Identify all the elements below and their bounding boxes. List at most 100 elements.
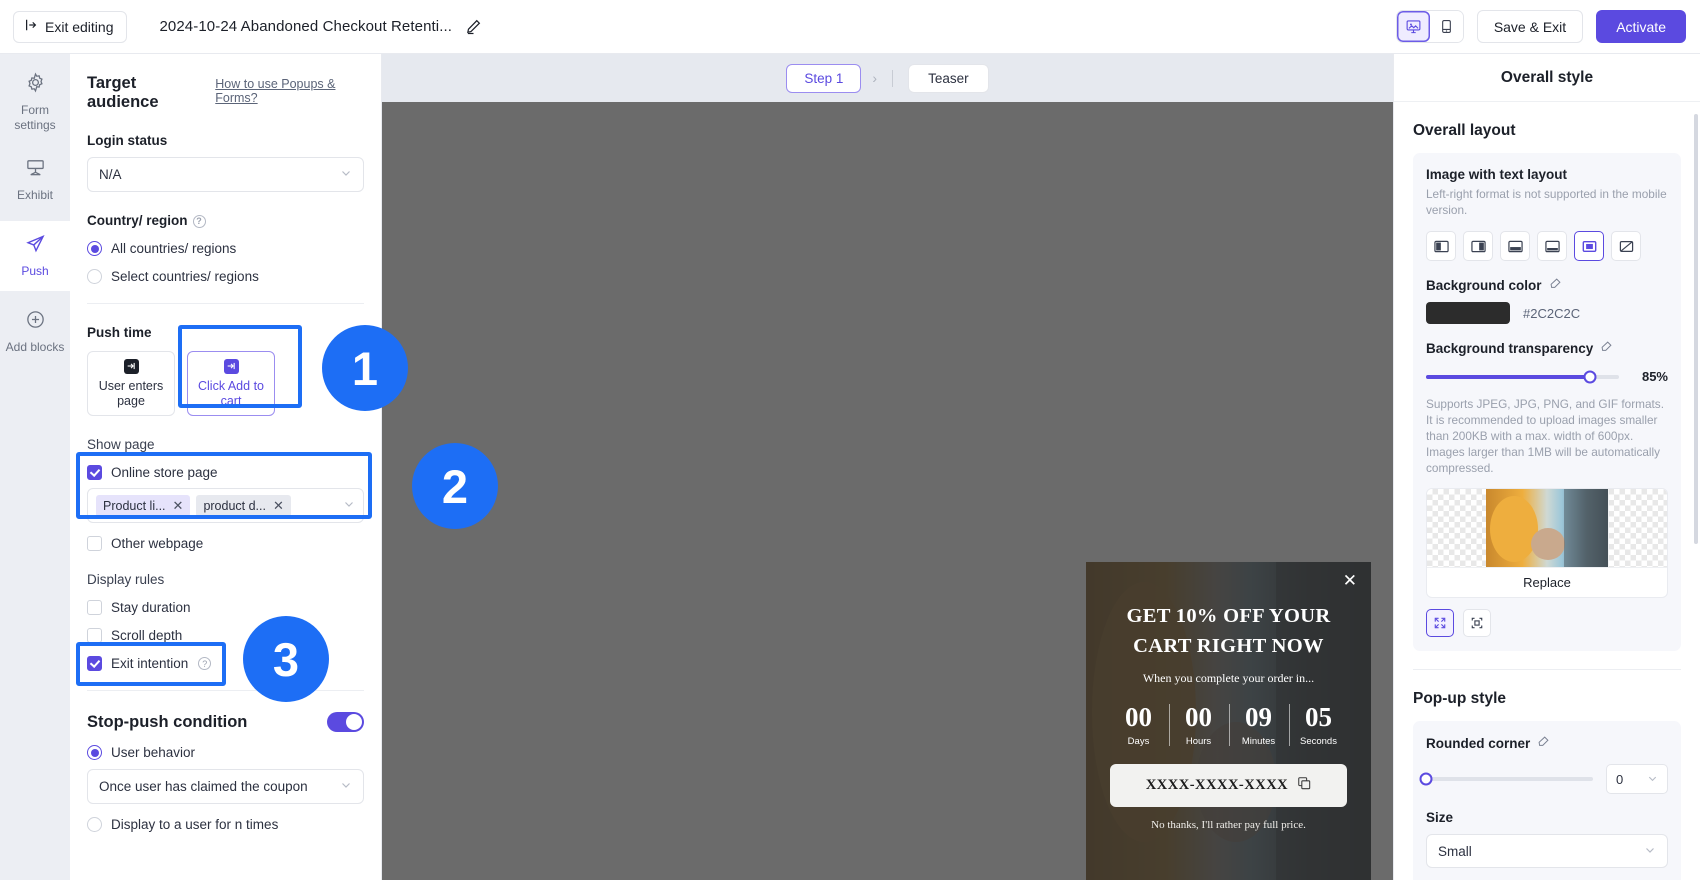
checkbox-icon-unchecked	[87, 600, 102, 615]
fit-expand-icon[interactable]	[1426, 609, 1454, 637]
save-exit-button[interactable]: Save & Exit	[1476, 10, 1584, 43]
radio-select-countries[interactable]: Select countries/ regions	[87, 269, 364, 284]
stop-push-label: Stop-push condition	[87, 712, 248, 731]
popup-content: ✕ GET 10% OFF YOUR CART RIGHT NOW When y…	[1086, 562, 1371, 880]
background-color-label: Background color	[1426, 277, 1668, 293]
rounded-corner-slider[interactable]	[1419, 772, 1593, 786]
rail-label-exhibit: Exhibit	[16, 188, 54, 202]
decline-link[interactable]: No thanks, I'll rather pay full price.	[1100, 819, 1357, 831]
popup-preview[interactable]: ✕ GET 10% OFF YOUR CART RIGHT NOW When y…	[1086, 562, 1371, 880]
push-time-label: Push time	[87, 325, 152, 340]
enter-page-icon	[123, 358, 139, 374]
user-behavior-select[interactable]: Once user has claimed the coupon	[87, 769, 364, 804]
replace-image-button[interactable]: Replace	[1427, 567, 1667, 597]
exit-editing-button[interactable]: Exit editing	[13, 10, 128, 43]
timer-label-days: Days	[1127, 736, 1150, 747]
image-top-layout-icon[interactable]	[1500, 231, 1530, 261]
image-preview[interactable]	[1427, 489, 1667, 567]
gear-icon	[25, 72, 46, 97]
image-background-layout-icon[interactable]	[1574, 231, 1604, 261]
push-tile-click-add-to-cart[interactable]: Click Add to cart	[187, 351, 275, 416]
app-root: Exit editing 2024-10-24 Abandoned Checko…	[0, 0, 1700, 880]
chevron-down-icon[interactable]	[343, 497, 355, 515]
radio-display-n-times[interactable]: Display to a user for n times	[87, 817, 364, 832]
background-color-hex: #2C2C2C	[1523, 305, 1581, 321]
rounded-corner-slider-row: 0	[1419, 764, 1668, 794]
close-icon[interactable]: ✕	[1343, 571, 1357, 591]
image-bottom-layout-icon[interactable]	[1537, 231, 1567, 261]
display-rules-label: Display rules	[87, 572, 165, 587]
rail-item-exhibit[interactable]: Exhibit	[0, 145, 70, 215]
timer-cell-seconds: 05 Seconds	[1288, 702, 1349, 747]
copy-icon[interactable]	[1297, 776, 1311, 795]
teaser-chip[interactable]: Teaser	[908, 63, 989, 93]
slider-knob[interactable]	[1419, 772, 1433, 786]
rail-item-form-settings[interactable]: Form settings	[0, 60, 70, 145]
exit-editing-label: Exit editing	[45, 18, 114, 35]
overall-style-panel: Overall style Overall layout Image with …	[1393, 54, 1700, 880]
reset-icon[interactable]	[1549, 277, 1562, 293]
rounded-corner-value: 0	[1616, 771, 1624, 787]
radio-user-behavior[interactable]: User behavior	[87, 745, 364, 760]
timer-cell-hours: 00 Hours	[1168, 702, 1229, 747]
checkbox-icon-checked	[87, 656, 102, 671]
fit-contain-icon[interactable]	[1463, 609, 1491, 637]
radio-icon-on	[87, 745, 102, 760]
divider-2	[87, 690, 364, 691]
rounded-corner-label: Rounded corner	[1426, 735, 1668, 751]
help-icon[interactable]: ?	[192, 214, 206, 228]
close-icon[interactable]: ✕	[273, 499, 284, 512]
background-color-row: #2C2C2C	[1426, 302, 1668, 324]
login-status-select[interactable]: N/A	[87, 157, 364, 192]
popup-subheadline: When you complete your order in...	[1142, 671, 1315, 685]
checkbox-online-store-page[interactable]: Online store page	[87, 465, 364, 480]
reset-icon[interactable]	[1600, 340, 1613, 356]
stop-push-toggle[interactable]	[327, 712, 364, 732]
desktop-preview-button[interactable]	[1396, 11, 1430, 42]
rounded-corner-value-select[interactable]: 0	[1606, 764, 1668, 794]
user-behavior-value: Once user has claimed the coupon	[99, 779, 308, 794]
tag-product-detail[interactable]: product d... ✕	[196, 494, 291, 517]
add-to-cart-icon	[223, 358, 239, 374]
slider-knob[interactable]	[1583, 370, 1597, 383]
help-icon[interactable]: ?	[198, 657, 212, 670]
reset-icon[interactable]	[1537, 735, 1550, 751]
step-1-chip[interactable]: Step 1	[786, 63, 862, 93]
size-select[interactable]: Small	[1426, 834, 1668, 868]
how-to-use-link[interactable]: How to use Popups & Forms?	[215, 77, 364, 105]
checkbox-label-online-store-page: Online store page	[111, 465, 218, 480]
radio-all-countries[interactable]: All countries/ regions	[87, 241, 364, 256]
panel-title: Target audience	[87, 74, 159, 111]
background-transparency-slider[interactable]	[1426, 370, 1619, 383]
mobile-preview-button[interactable]	[1429, 11, 1463, 42]
push-tile-user-enters-page[interactable]: User enters page	[87, 351, 175, 416]
login-status-value: N/A	[99, 167, 122, 182]
checkbox-other-webpage[interactable]: Other webpage	[87, 536, 364, 551]
background-color-swatch[interactable]	[1426, 302, 1510, 324]
pencil-icon[interactable]	[465, 18, 482, 35]
no-image-layout-icon[interactable]	[1611, 231, 1641, 261]
activate-button[interactable]: Activate	[1596, 10, 1686, 43]
radio-icon-off	[87, 817, 102, 832]
country-region-text: Country/ region	[87, 213, 188, 228]
overall-style-body: Overall layout Image with text layout Le…	[1394, 102, 1700, 880]
page-tags-select[interactable]: Product li... ✕ product d... ✕	[87, 488, 364, 523]
tag-product-list[interactable]: Product li... ✕	[96, 494, 191, 517]
image-left-layout-icon[interactable]	[1426, 231, 1456, 261]
timer-label-minutes: Minutes	[1241, 736, 1276, 747]
timer-value-hours: 00	[1185, 702, 1212, 732]
rail-item-push[interactable]: Push	[0, 221, 70, 291]
radio-label-select-countries: Select countries/ regions	[111, 269, 259, 284]
close-icon[interactable]: ✕	[173, 499, 184, 512]
target-audience-panel: Target audience How to use Popups & Form…	[70, 54, 382, 880]
document-title: 2024-10-24 Abandoned Checkout Retenti...	[159, 18, 453, 35]
annotation-bubble-2: 2	[412, 443, 498, 529]
rail-item-add-blocks[interactable]: Add blocks	[0, 297, 70, 367]
popup-style-card: Rounded corner 0 Size Small	[1413, 721, 1681, 880]
layout-options	[1426, 231, 1668, 261]
coupon-code-button[interactable]: XXXX-XXXX-XXXX	[1110, 764, 1347, 807]
image-right-layout-icon[interactable]	[1463, 231, 1493, 261]
checkbox-stay-duration[interactable]: Stay duration	[87, 600, 364, 615]
top-bar-actions: Save & Exit Activate	[1395, 10, 1686, 43]
right-panel-scrollbar[interactable]	[1694, 114, 1698, 544]
